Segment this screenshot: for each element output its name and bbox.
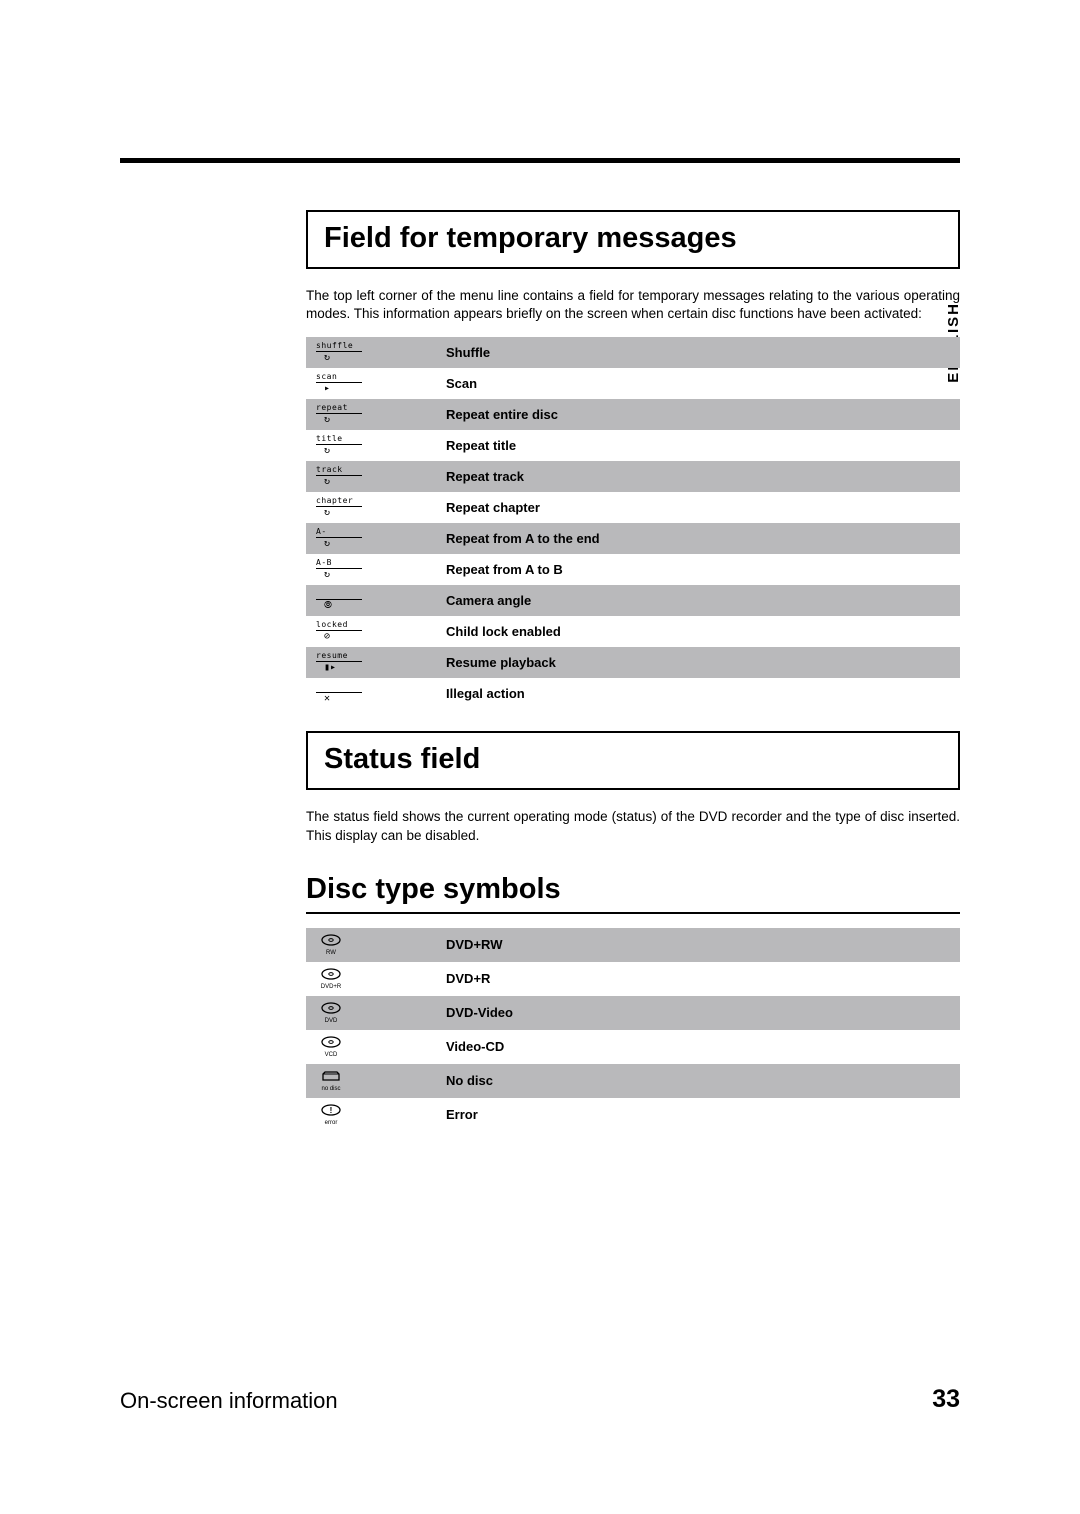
footer-section-title: On-screen information (120, 1388, 338, 1414)
disc-type-icon: DVD (306, 996, 446, 1030)
disc-type-icon: VCD (306, 1030, 446, 1064)
section-heading-disc-symbols: Disc type symbols (306, 873, 960, 914)
message-desc: Shuffle (446, 337, 960, 368)
disc-type-desc: DVD+R (446, 962, 960, 996)
table-row: ⦾Camera angle (306, 585, 960, 616)
table-row: shuffle↻Shuffle (306, 337, 960, 368)
message-desc: Scan (446, 368, 960, 399)
message-icon: track↻ (306, 461, 446, 492)
table-row: track↻Repeat track (306, 461, 960, 492)
message-desc: Repeat from A to B (446, 554, 960, 585)
message-icon: A-B↻ (306, 554, 446, 585)
message-desc: Repeat chapter (446, 492, 960, 523)
temp-messages-table: shuffle↻Shufflescan▸Scanrepeat↻Repeat en… (306, 337, 960, 709)
footer-page-number: 33 (932, 1385, 960, 1414)
message-desc: Illegal action (446, 678, 960, 709)
message-icon: shuffle↻ (306, 337, 446, 368)
table-row: resume▮▸Resume playback (306, 647, 960, 678)
table-row: scan▸Scan (306, 368, 960, 399)
table-row: DVD+RDVD+R (306, 962, 960, 996)
disc-type-desc: Video-CD (446, 1030, 960, 1064)
table-row: repeat↻Repeat entire disc (306, 399, 960, 430)
table-row: RWDVD+RW (306, 928, 960, 962)
table-row: locked⊘Child lock enabled (306, 616, 960, 647)
heading-text: Status field (324, 743, 942, 776)
message-desc: Repeat title (446, 430, 960, 461)
disc-type-desc: DVD-Video (446, 996, 960, 1030)
message-desc: Repeat track (446, 461, 960, 492)
table-row: chapter↻Repeat chapter (306, 492, 960, 523)
table-row: no discNo disc (306, 1064, 960, 1098)
disc-symbols-table: RWDVD+RWDVD+RDVD+RDVDDVD-VideoVCDVideo-C… (306, 928, 960, 1132)
main-content: Field for temporary messages The top lef… (306, 210, 960, 1132)
message-icon: ⦾ (306, 585, 446, 616)
section2-paragraph: The status field shows the current opera… (306, 808, 960, 844)
svg-text:!: ! (330, 1106, 333, 1115)
message-desc: Repeat entire disc (446, 399, 960, 430)
heading-text: Disc type symbols (306, 873, 960, 906)
disc-type-desc: No disc (446, 1064, 960, 1098)
message-icon: scan▸ (306, 368, 446, 399)
table-row: !errorError (306, 1098, 960, 1132)
message-icon: title↻ (306, 430, 446, 461)
disc-type-icon: !error (306, 1098, 446, 1132)
message-desc: Camera angle (446, 585, 960, 616)
section-heading-temp-messages: Field for temporary messages (306, 210, 960, 269)
table-row: DVDDVD-Video (306, 996, 960, 1030)
message-desc: Resume playback (446, 647, 960, 678)
table-row: A-B↻Repeat from A to B (306, 554, 960, 585)
message-desc: Repeat from A to the end (446, 523, 960, 554)
disc-type-icon: RW (306, 928, 446, 962)
disc-type-desc: DVD+RW (446, 928, 960, 962)
message-icon: ✕ (306, 678, 446, 709)
top-rule (120, 158, 960, 163)
table-row: VCDVideo-CD (306, 1030, 960, 1064)
message-icon: A-↻ (306, 523, 446, 554)
message-icon: resume▮▸ (306, 647, 446, 678)
section1-paragraph: The top left corner of the menu line con… (306, 287, 960, 323)
table-row: A-↻Repeat from A to the end (306, 523, 960, 554)
disc-type-icon: no disc (306, 1064, 446, 1098)
disc-type-icon: DVD+R (306, 962, 446, 996)
message-icon: repeat↻ (306, 399, 446, 430)
heading-text: Field for temporary messages (324, 222, 942, 255)
message-icon: chapter↻ (306, 492, 446, 523)
message-icon: locked⊘ (306, 616, 446, 647)
table-row: title↻Repeat title (306, 430, 960, 461)
disc-type-desc: Error (446, 1098, 960, 1132)
section-heading-status-field: Status field (306, 731, 960, 790)
message-desc: Child lock enabled (446, 616, 960, 647)
table-row: ✕Illegal action (306, 678, 960, 709)
